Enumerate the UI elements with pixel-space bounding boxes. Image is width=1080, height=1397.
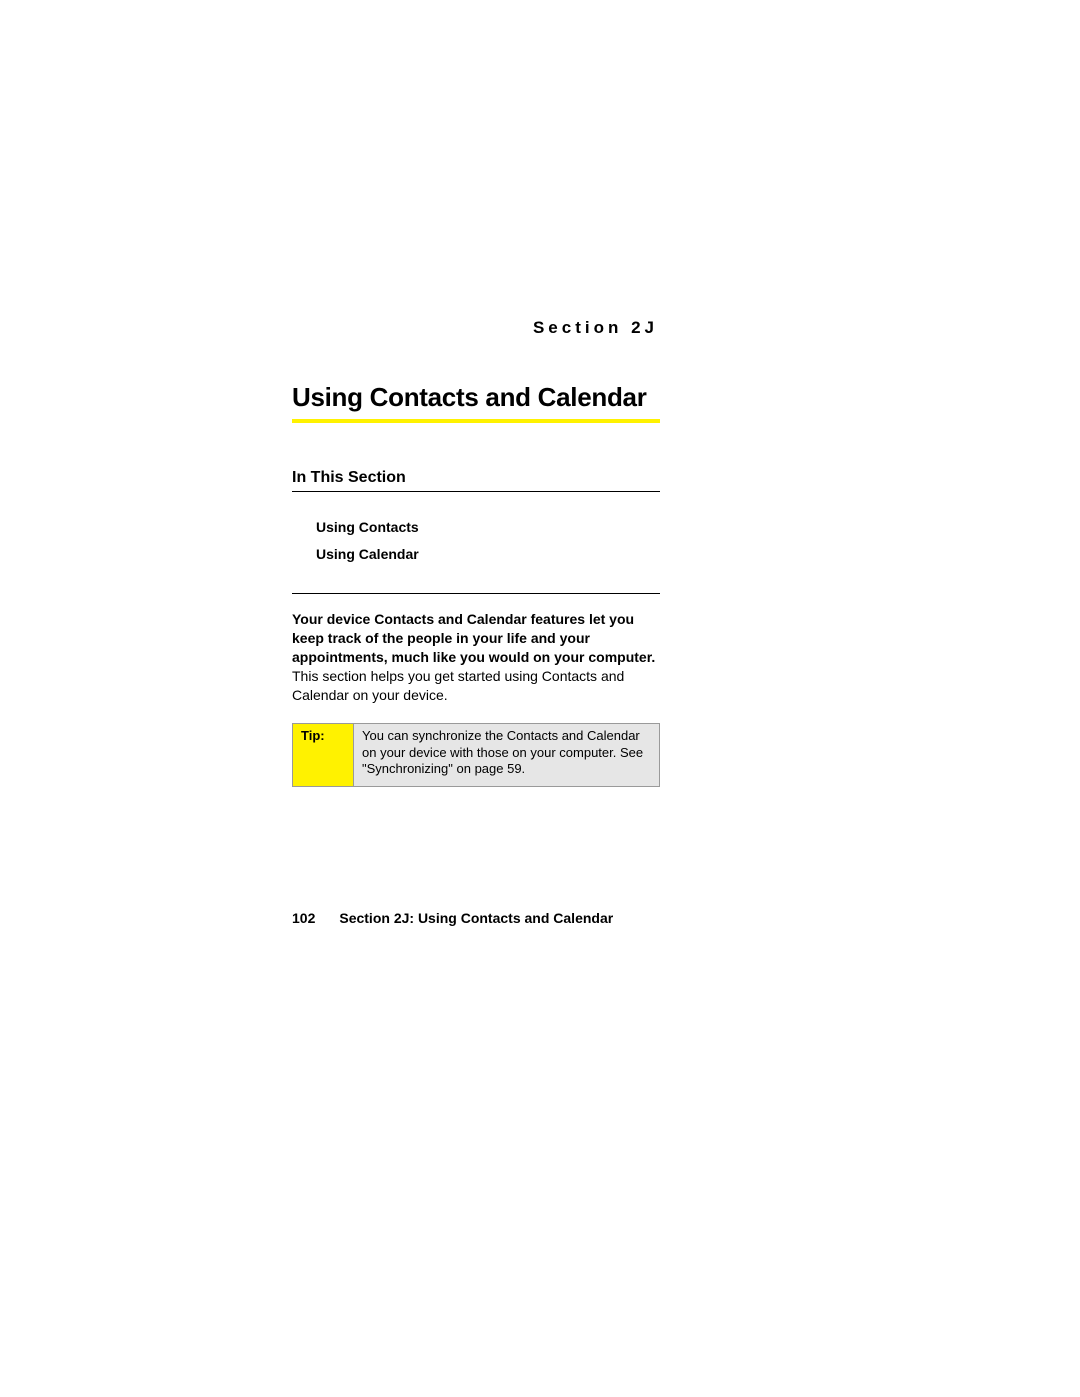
tip-label: Tip: xyxy=(293,723,354,787)
page-number: 102 xyxy=(292,910,315,926)
body-rest: This section helps you get started using… xyxy=(292,668,624,703)
page-content: Section 2J Using Contacts and Calendar I… xyxy=(292,318,660,787)
tip-box: Tip: You can synchronize the Contacts an… xyxy=(292,723,660,788)
page-title: Using Contacts and Calendar xyxy=(292,382,660,423)
page-footer: 102 Section 2J: Using Contacts and Calend… xyxy=(292,910,613,926)
toc-item: Using Calendar xyxy=(316,541,660,568)
footer-text: Section 2J: Using Contacts and Calendar xyxy=(339,910,613,926)
body-bold: Your device Contacts and Calendar featur… xyxy=(292,611,655,665)
body-paragraph: Your device Contacts and Calendar featur… xyxy=(292,610,660,704)
divider xyxy=(292,593,660,594)
in-this-section-heading: In This Section xyxy=(292,469,660,492)
toc-item: Using Contacts xyxy=(316,514,660,541)
tip-text: You can synchronize the Contacts and Cal… xyxy=(354,723,660,787)
table-of-contents: Using Contacts Using Calendar xyxy=(316,514,660,567)
section-label: Section 2J xyxy=(292,318,660,338)
